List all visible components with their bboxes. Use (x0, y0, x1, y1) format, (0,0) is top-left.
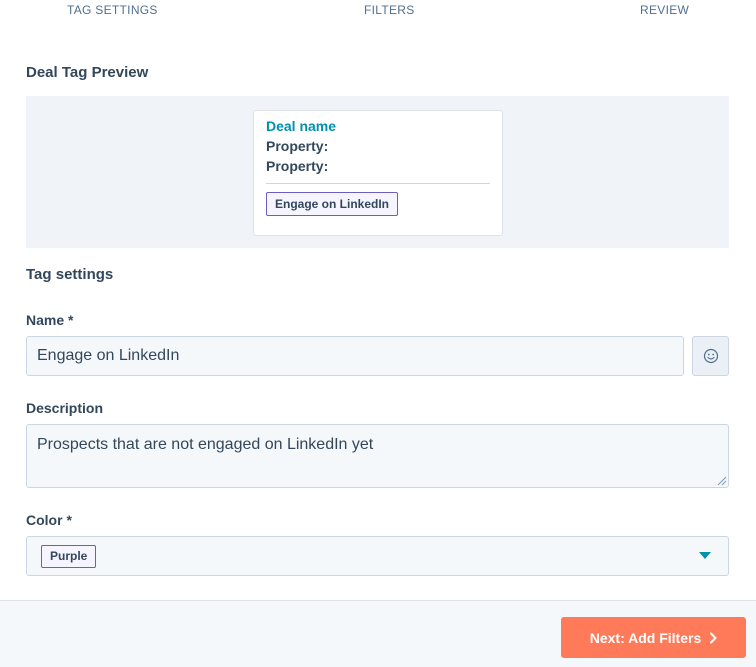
step-tag-settings[interactable]: TAG SETTINGS (67, 3, 158, 17)
name-label: Name * (26, 312, 74, 328)
property-line: Property: (266, 158, 329, 174)
emoji-picker-button[interactable] (692, 336, 729, 376)
property-line: Property: (266, 138, 329, 154)
caret-down-icon (699, 552, 711, 559)
next-button-label: Next: Add Filters (589, 629, 702, 646)
preview-tag: Engage on LinkedIn (266, 192, 399, 216)
wizard-steps: TAG SETTINGS FILTERS REVIEW (0, 0, 756, 22)
card-divider (266, 183, 490, 184)
description-textarea[interactable]: Prospects that are not engaged on Linked… (26, 424, 729, 488)
description-label: Description (26, 400, 104, 416)
deal-preview-card: Deal name Property: Property: Engage on … (253, 110, 503, 236)
color-label: Color * (26, 512, 72, 528)
footer-bar: Next: Add Filters (0, 600, 756, 667)
tag-preview-area: Deal name Property: Property: Engage on … (26, 96, 729, 248)
color-select[interactable]: Purple (26, 536, 729, 576)
chevron-right-icon (710, 632, 717, 643)
preview-title: Deal Tag Preview (26, 64, 149, 81)
step-review[interactable]: REVIEW (640, 3, 689, 17)
deal-name-link[interactable]: Deal name (266, 118, 336, 134)
next-add-filters-button[interactable]: Next: Add Filters (561, 617, 746, 658)
resize-grip-icon[interactable] (716, 475, 727, 486)
color-select-value: Purple (41, 545, 97, 568)
tag-settings-title: Tag settings (26, 266, 114, 283)
name-input[interactable] (26, 336, 684, 376)
smiley-icon (703, 348, 718, 364)
step-filters[interactable]: FILTERS (364, 3, 415, 17)
